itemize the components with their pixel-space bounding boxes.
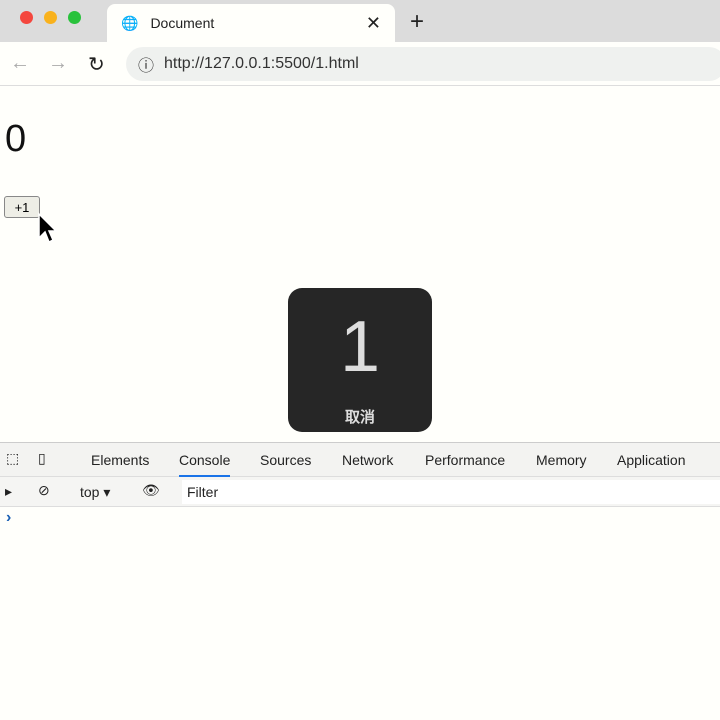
- tab-memory[interactable]: Memory: [536, 452, 587, 468]
- tab-performance[interactable]: Performance: [425, 452, 505, 468]
- title-bar: 🌐 Document ✕ +: [0, 0, 720, 42]
- forward-icon[interactable]: →: [48, 52, 68, 75]
- device-toolbar-icon[interactable]: ▯: [38, 450, 46, 467]
- toast-dialog: 1 取消: [288, 288, 432, 432]
- tab-sources[interactable]: Sources: [260, 452, 311, 468]
- mouse-cursor-icon: [38, 212, 57, 244]
- filter-input[interactable]: Filter: [182, 480, 720, 504]
- minimize-window-button[interactable]: [44, 11, 57, 24]
- context-selector[interactable]: top ▾: [80, 484, 110, 501]
- counter-value: 0: [5, 118, 27, 160]
- tab-title: Document: [150, 15, 215, 31]
- inspect-element-icon[interactable]: ⬚: [6, 450, 19, 467]
- clear-console-icon[interactable]: ⊘: [38, 482, 50, 499]
- tab-elements[interactable]: Elements: [91, 452, 149, 468]
- console-prompt[interactable]: ›: [0, 507, 720, 529]
- eye-icon[interactable]: 👁: [142, 482, 160, 499]
- new-tab-button[interactable]: +: [410, 8, 424, 36]
- toast-number: 1: [339, 307, 381, 387]
- console-toolbar: ▸ ⊘ top ▾ 👁 Filter: [0, 477, 720, 507]
- url-text: http://127.0.0.1:5500/1.html: [164, 55, 359, 72]
- sidebar-toggle-icon[interactable]: ▸: [5, 483, 12, 500]
- context-label: top: [80, 484, 100, 500]
- info-icon: ⓘ: [138, 58, 155, 75]
- increment-button[interactable]: +1: [4, 196, 40, 218]
- reload-icon[interactable]: ↻: [88, 52, 105, 77]
- tab-application[interactable]: Application: [617, 452, 686, 468]
- browser-tab[interactable]: 🌐 Document ✕: [107, 4, 395, 42]
- toast-cancel-button[interactable]: 取消: [288, 406, 432, 427]
- close-tab-icon[interactable]: ✕: [366, 13, 381, 34]
- globe-icon: 🌐: [121, 14, 139, 31]
- back-icon[interactable]: ←: [10, 52, 30, 75]
- nav-bar: ← → ↻ ⓘ http://127.0.0.1:5500/1.html: [0, 42, 720, 86]
- address-bar[interactable]: ⓘ http://127.0.0.1:5500/1.html: [126, 47, 720, 81]
- tab-console[interactable]: Console: [179, 452, 231, 477]
- devtools-panel: ⬚ ▯ Elements Console Sources Network Per…: [0, 442, 720, 720]
- devtools-tabbar: ⬚ ▯ Elements Console Sources Network Per…: [0, 443, 720, 477]
- maximize-window-button[interactable]: [68, 11, 81, 24]
- tab-network[interactable]: Network: [342, 452, 393, 468]
- close-window-button[interactable]: [20, 11, 33, 24]
